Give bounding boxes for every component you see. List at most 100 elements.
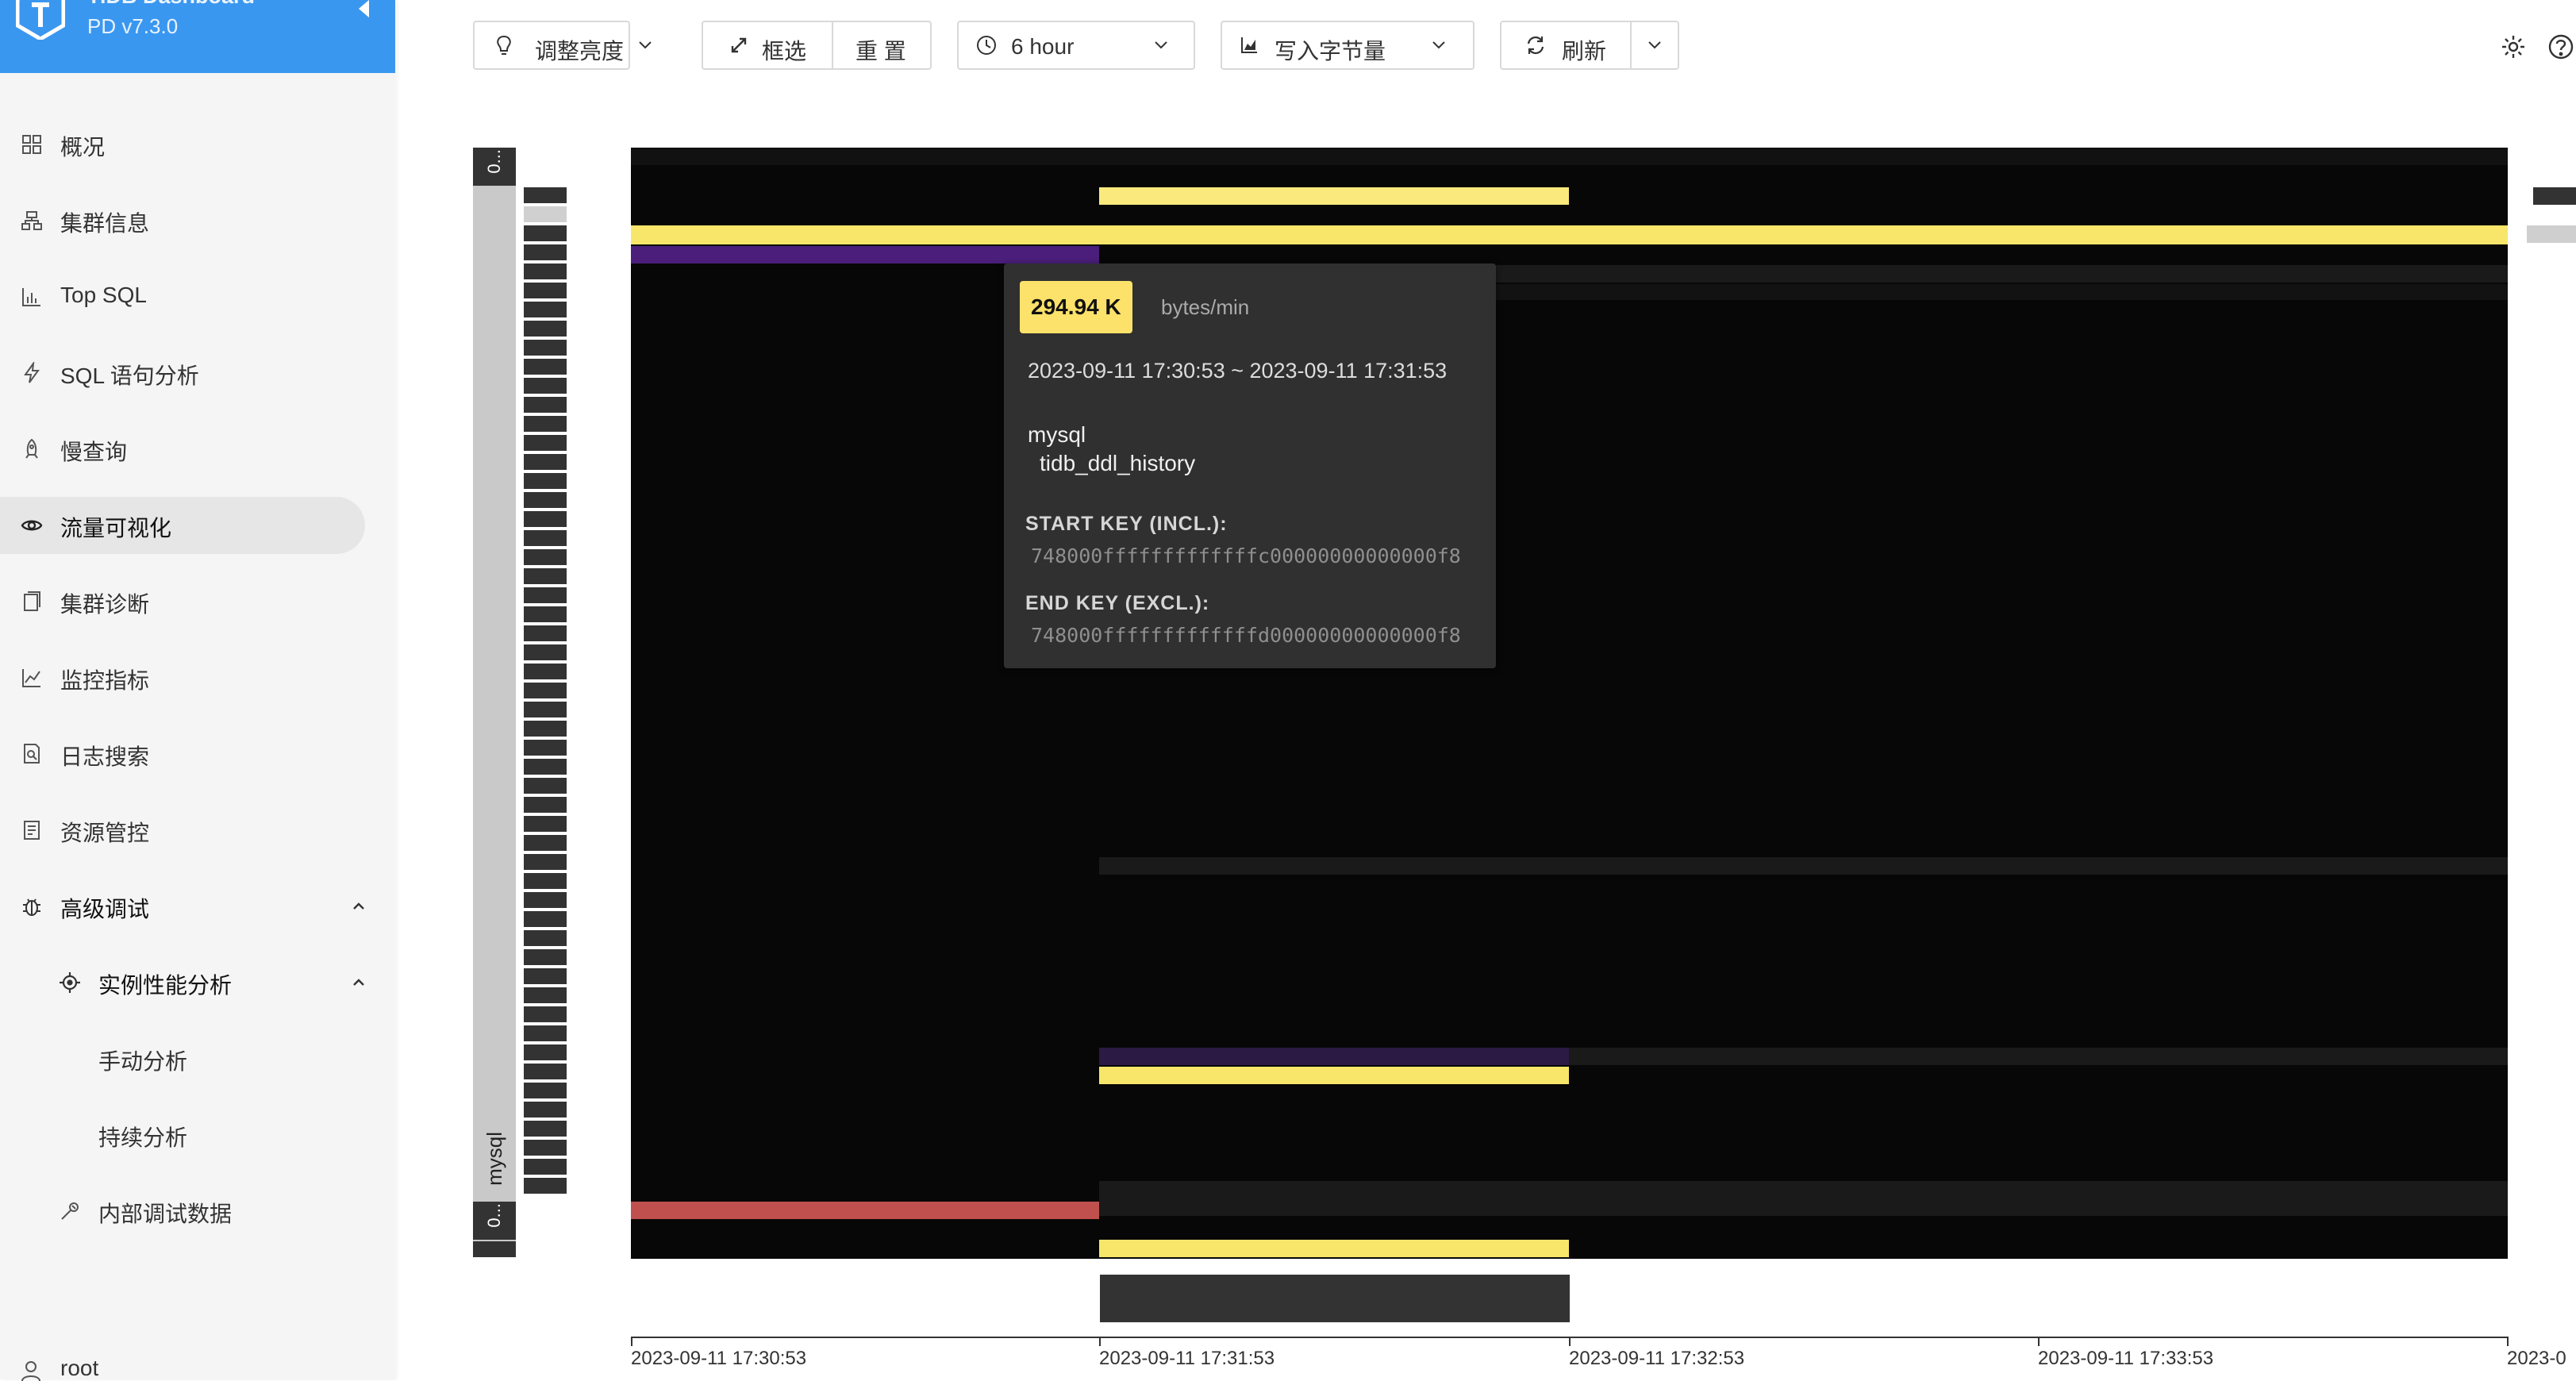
collapse-sidebar-icon[interactable] bbox=[359, 0, 369, 17]
table-label-tick[interactable] bbox=[524, 454, 567, 470]
brightness-dropdown[interactable]: 调整亮度 bbox=[473, 21, 652, 70]
table-label-tick[interactable] bbox=[524, 911, 567, 927]
table-label-tick[interactable] bbox=[524, 892, 567, 908]
table-label-tick[interactable] bbox=[524, 1102, 567, 1117]
table-label-tick[interactable] bbox=[524, 397, 567, 413]
table-label-tick[interactable] bbox=[524, 816, 567, 832]
metric-select[interactable]: 写入字节量 bbox=[1221, 21, 1474, 70]
table-label-tick[interactable] bbox=[524, 302, 567, 317]
heatmap-cell[interactable] bbox=[631, 1202, 1099, 1219]
sidebar-item-label: 持续分析 bbox=[98, 1125, 188, 1150]
sidebar-item-sql-statements[interactable]: SQL 语句分析 bbox=[0, 344, 395, 402]
auto-refresh-dropdown[interactable] bbox=[1632, 22, 1679, 68]
sidebar-item-resource-manager[interactable]: 资源管控 bbox=[0, 802, 395, 859]
sidebar-item-key-visualizer[interactable]: 流量可视化 bbox=[0, 497, 395, 554]
heatmap-cell[interactable] bbox=[1569, 1048, 2508, 1065]
heatmap-cell[interactable] bbox=[631, 225, 2508, 244]
table-label-tick[interactable] bbox=[524, 835, 567, 851]
sidebar-item-diagnose[interactable]: 集群诊断 bbox=[0, 573, 395, 630]
table-label-tick[interactable] bbox=[524, 587, 567, 603]
reset-button[interactable]: 重 置 bbox=[833, 22, 932, 68]
sidebar-item-monitoring[interactable]: 监控指标 bbox=[0, 649, 395, 706]
sidebar-item-label: 慢查询 bbox=[60, 440, 128, 464]
table-label-tick[interactable] bbox=[524, 378, 567, 394]
table-label-tick[interactable] bbox=[524, 854, 567, 870]
table-label-tick[interactable] bbox=[524, 644, 567, 660]
table-label-tick[interactable] bbox=[524, 797, 567, 813]
heatmap-cell[interactable] bbox=[1099, 187, 1569, 205]
table-label-tick[interactable] bbox=[524, 987, 567, 1003]
table-label-tick[interactable] bbox=[524, 873, 567, 889]
table-label-tick[interactable] bbox=[524, 778, 567, 794]
heatmap-cell[interactable] bbox=[1099, 1048, 1569, 1065]
table-label-tick[interactable] bbox=[524, 1121, 567, 1137]
refresh-button[interactable]: 刷新 bbox=[1501, 22, 1630, 68]
table-label-tick[interactable] bbox=[524, 625, 567, 641]
heatmap-cell[interactable] bbox=[631, 246, 1099, 264]
gear-icon[interactable] bbox=[2500, 33, 2527, 60]
time-range-select[interactable]: 6 hour bbox=[957, 21, 1195, 70]
question-circle-icon[interactable] bbox=[2547, 33, 2574, 60]
histogram-bar[interactable] bbox=[1100, 1275, 1570, 1322]
table-label-tick[interactable] bbox=[524, 244, 567, 260]
table-label-tick[interactable] bbox=[524, 740, 567, 756]
file-search-icon bbox=[24, 744, 40, 764]
table-label-tick[interactable] bbox=[524, 530, 567, 546]
table-label-tick[interactable] bbox=[524, 1006, 567, 1022]
table-label-tick[interactable] bbox=[524, 949, 567, 965]
table-label-tick[interactable] bbox=[524, 283, 567, 298]
sidebar-item-manual-profiling[interactable]: 手动分析 bbox=[0, 1030, 395, 1087]
table-label-tick[interactable] bbox=[524, 568, 567, 584]
table-label-tick[interactable] bbox=[524, 206, 567, 222]
table-label-tick[interactable] bbox=[524, 664, 567, 679]
heatmap-cell[interactable] bbox=[1099, 1181, 2508, 1216]
table-label-tick[interactable] bbox=[524, 721, 567, 737]
heatmap-cell[interactable] bbox=[1099, 1240, 1569, 1257]
heatmap-cell[interactable] bbox=[1099, 1067, 1569, 1084]
sidebar-item-debug-data[interactable]: 内部调试数据 bbox=[0, 1183, 395, 1240]
table-label-tick[interactable] bbox=[524, 340, 567, 356]
sidebar-item-instance-profiling[interactable]: 实例性能分析 bbox=[0, 954, 395, 1011]
table-label-tick[interactable] bbox=[524, 606, 567, 622]
table-label-tick[interactable] bbox=[524, 416, 567, 432]
table-label-tick[interactable] bbox=[524, 1025, 567, 1041]
table-label-tick[interactable] bbox=[524, 511, 567, 527]
sidebar-item-slow-query[interactable]: 慢查询 bbox=[0, 421, 395, 478]
table-label-tick[interactable] bbox=[524, 187, 567, 203]
table-label-tick[interactable] bbox=[524, 225, 567, 241]
heatmap-cell[interactable] bbox=[1099, 857, 2508, 875]
table-label-ticks[interactable] bbox=[524, 187, 567, 1200]
sidebar-item-top-sql[interactable]: Top SQL bbox=[0, 268, 395, 325]
table-label-tick[interactable] bbox=[524, 264, 567, 279]
table-label-tick[interactable] bbox=[524, 1083, 567, 1098]
table-label-tick[interactable] bbox=[524, 759, 567, 775]
table-label-tick[interactable] bbox=[524, 359, 567, 375]
metric-label: 写入字节量 bbox=[1275, 39, 1386, 63]
sidebar-item-label: 实例性能分析 bbox=[98, 973, 233, 998]
box-select-button[interactable]: 框选 bbox=[703, 22, 832, 68]
table-label-tick[interactable] bbox=[524, 1140, 567, 1156]
table-label-tick[interactable] bbox=[524, 1159, 567, 1175]
sidebar-item-continuous-profiling[interactable]: 持续分析 bbox=[0, 1106, 395, 1164]
table-label-tick[interactable] bbox=[524, 683, 567, 698]
heatmap-canvas[interactable] bbox=[631, 148, 2508, 1259]
table-label-tick[interactable] bbox=[524, 702, 567, 717]
key-label-axis[interactable]: 0... mysql 0... bbox=[473, 148, 516, 1257]
table-label-tick[interactable] bbox=[524, 1178, 567, 1194]
table-label-tick[interactable] bbox=[524, 549, 567, 565]
table-label-tick[interactable] bbox=[524, 1044, 567, 1060]
heatmap-cell[interactable] bbox=[631, 148, 2508, 165]
table-label-tick[interactable] bbox=[524, 435, 567, 451]
sidebar-item-cluster-info[interactable]: 集群信息 bbox=[0, 192, 395, 249]
sidebar-item-advanced-debugging[interactable]: 高级调试 bbox=[0, 878, 395, 935]
table-label-tick[interactable] bbox=[524, 968, 567, 984]
sidebar-item-log-search[interactable]: 日志搜索 bbox=[0, 725, 395, 783]
table-label-tick[interactable] bbox=[524, 473, 567, 489]
user-menu[interactable]: root bbox=[0, 1349, 395, 1381]
table-label-tick[interactable] bbox=[524, 492, 567, 508]
line-chart-icon bbox=[22, 669, 40, 687]
table-label-tick[interactable] bbox=[524, 321, 567, 337]
sidebar-item-overview[interactable]: 概况 bbox=[0, 116, 395, 173]
table-label-tick[interactable] bbox=[524, 930, 567, 946]
table-label-tick[interactable] bbox=[524, 1064, 567, 1079]
